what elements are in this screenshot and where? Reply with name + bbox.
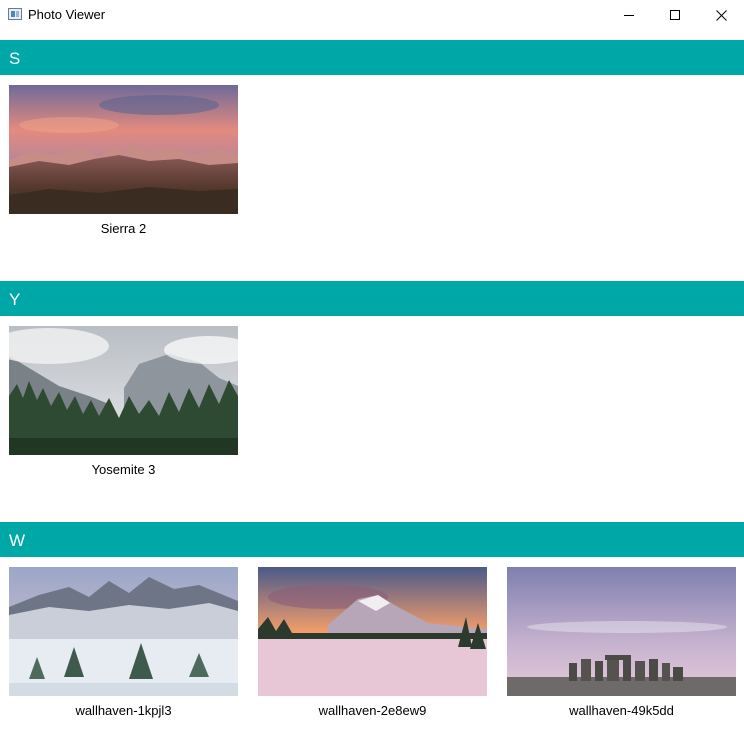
group-header-y: Y (0, 281, 744, 316)
photo-tile[interactable]: wallhaven-49k5dd (507, 567, 736, 718)
minimize-icon (623, 14, 634, 16)
group-header-w: W (0, 522, 744, 557)
group-letter: Y (9, 290, 21, 309)
maximize-icon (669, 9, 680, 20)
photo-caption: wallhaven-49k5dd (569, 703, 674, 718)
window-title: Photo Viewer (28, 7, 106, 22)
group-letter: W (9, 531, 26, 550)
photo-thumbnail (507, 567, 736, 696)
photo-thumbnail (9, 326, 238, 455)
photo-thumbnail (9, 567, 238, 696)
maximize-button[interactable] (652, 0, 698, 30)
app-window-icon (8, 8, 22, 20)
photo-caption: wallhaven-1kpjl3 (75, 703, 172, 718)
photo-tile[interactable]: wallhaven-1kpjl3 (9, 567, 238, 718)
close-icon (715, 9, 727, 21)
photo-thumbnail (9, 85, 238, 214)
close-button[interactable] (698, 0, 744, 30)
minimize-button[interactable] (606, 0, 652, 30)
photo-tile[interactable]: Yosemite 3 (9, 326, 238, 477)
group-letter: S (9, 49, 21, 68)
group-header-s: S (0, 40, 744, 75)
photo-tile[interactable]: Sierra 2 (9, 85, 238, 236)
photo-caption: Yosemite 3 (91, 462, 156, 477)
photo-tile[interactable]: wallhaven-2e8ew9 (258, 567, 487, 718)
photo-thumbnail (258, 567, 487, 696)
title-bar[interactable]: Photo Viewer (0, 0, 744, 30)
photo-caption: wallhaven-2e8ew9 (318, 703, 427, 718)
photo-caption: Sierra 2 (100, 221, 147, 236)
